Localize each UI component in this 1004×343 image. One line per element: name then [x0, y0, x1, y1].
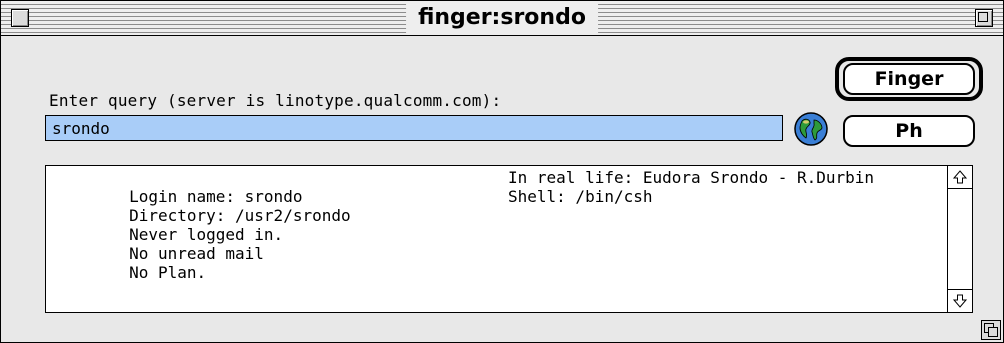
result-line-right: Shell: /bin/csh — [508, 187, 653, 206]
result-line: Login name: srondo In real life: Eudora … — [52, 168, 942, 206]
scroll-up-arrow-icon[interactable] — [948, 166, 972, 189]
close-box-icon[interactable] — [11, 9, 29, 27]
result-line: No unread mail — [52, 225, 942, 263]
results-text: Login name: srondo In real life: Eudora … — [52, 168, 942, 312]
zoom-box-icon[interactable] — [975, 9, 993, 27]
scroll-down-arrow-icon[interactable] — [948, 289, 972, 312]
finger-button[interactable]: Finger — [843, 63, 975, 95]
result-line-right: In real life: Eudora Srondo - R.Durbin — [508, 168, 875, 187]
query-input[interactable] — [45, 115, 783, 141]
result-line-left: No Plan. — [129, 263, 207, 282]
grow-box-icon[interactable] — [981, 320, 1001, 340]
ph-button[interactable]: Ph — [843, 115, 975, 147]
finger-window: finger:srondo Enter query (server is lin… — [0, 0, 1004, 343]
window-title: finger:srondo — [406, 1, 598, 35]
result-line: Never logged in. — [52, 206, 942, 244]
vertical-scrollbar[interactable] — [947, 166, 972, 312]
query-label: Enter query (server is linotype.qualcomm… — [49, 91, 502, 110]
results-pane[interactable]: Login name: srondo In real life: Eudora … — [45, 165, 973, 313]
result-line: No Plan. — [52, 244, 942, 282]
globe-icon[interactable] — [793, 111, 829, 147]
title-bar[interactable]: finger:srondo — [1, 1, 1003, 36]
result-line: Directory: /usr2/srondo Shell: /bin/csh — [52, 187, 942, 225]
